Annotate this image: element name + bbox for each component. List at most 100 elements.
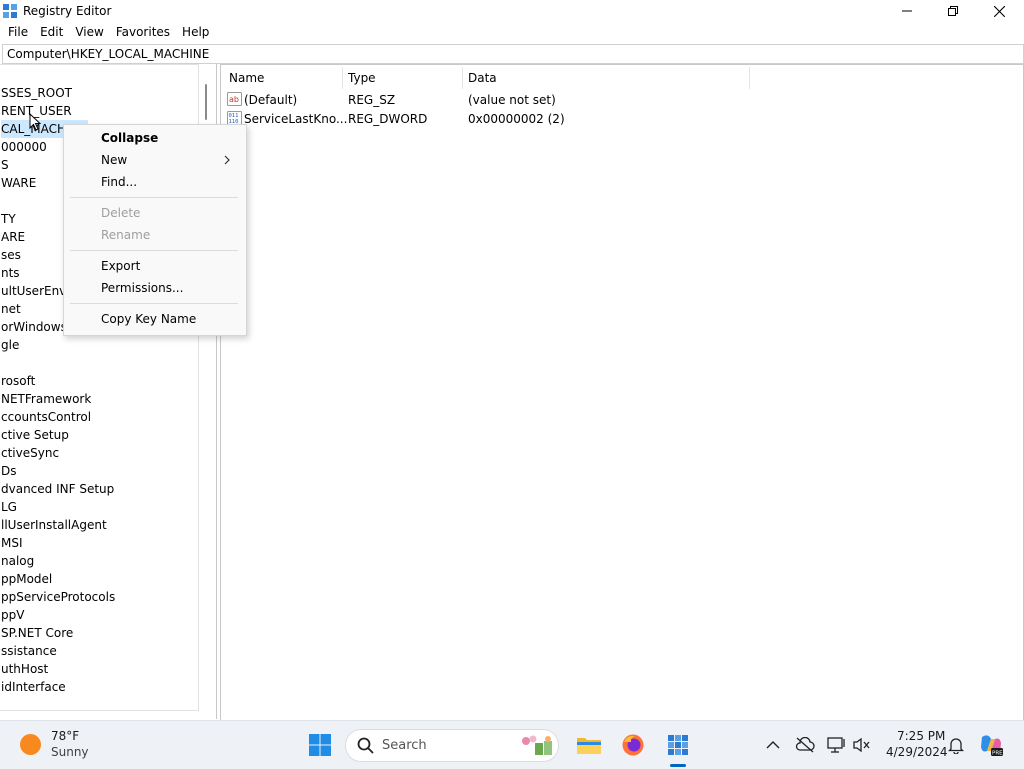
minimize-button[interactable] [884, 0, 930, 22]
menu-view[interactable]: View [69, 22, 109, 42]
menu-help[interactable]: Help [176, 22, 215, 42]
search-icon [357, 737, 374, 754]
menu-separator [70, 303, 238, 304]
tree-item[interactable]: SP.NET Core [1, 624, 73, 642]
chevron-up-icon [766, 741, 780, 749]
context-menu-export[interactable]: Export [101, 259, 140, 273]
menu-separator [70, 250, 238, 251]
tree-item[interactable]: rosoft [1, 372, 35, 390]
vertical-scrollbar-thumb[interactable] [205, 84, 207, 120]
taskbar-search-box[interactable]: Search [345, 729, 559, 762]
tree-item[interactable]: net [1, 300, 21, 318]
value-data: (value not set) [468, 93, 556, 107]
column-separator[interactable] [462, 67, 463, 89]
tree-item[interactable]: SSES_ROOT [1, 84, 72, 102]
tree-item[interactable]: LG [1, 498, 17, 516]
show-hidden-icons-button[interactable] [759, 731, 787, 759]
registry-editor-taskbar-button[interactable] [664, 731, 692, 759]
window-title: Registry Editor [23, 4, 112, 18]
tree-item[interactable]: idInterface [1, 678, 66, 696]
menu-file[interactable]: File [0, 22, 34, 42]
context-menu-collapse[interactable]: Collapse [101, 131, 158, 145]
speaker-muted-icon [853, 737, 870, 753]
copilot-button[interactable]: PRE [977, 731, 1005, 759]
column-header-data[interactable]: Data [468, 71, 497, 85]
address-path: Computer\HKEY_LOCAL_MACHINE [7, 47, 210, 61]
tree-item[interactable]: ultUserEnvi [1, 282, 70, 300]
tree-item[interactable]: ctiveSync [1, 444, 59, 462]
tree-item[interactable]: S [1, 156, 9, 174]
start-button[interactable] [306, 731, 334, 759]
display-button[interactable] [823, 731, 851, 759]
tree-item[interactable]: orWindows [1, 318, 67, 336]
tree-item[interactable]: Ds [1, 462, 17, 480]
context-menu-copy-key-name[interactable]: Copy Key Name [101, 312, 196, 326]
weather-sun-icon[interactable] [20, 734, 41, 755]
notifications-button[interactable] [942, 731, 970, 759]
value-row[interactable]: ab (Default) REG_SZ (value not set) [221, 91, 821, 110]
submenu-arrow-icon [224, 155, 230, 165]
tree-item[interactable]: 000000 [1, 138, 47, 156]
tree-item[interactable]: ssistance [1, 642, 57, 660]
address-bar[interactable]: Computer\HKEY_LOCAL_MACHINE [2, 44, 1024, 64]
restore-button[interactable] [930, 0, 976, 22]
tree-item[interactable]: dvanced INF Setup [1, 480, 114, 498]
tree-item[interactable]: TY [1, 210, 16, 228]
menu-separator [70, 197, 238, 198]
horizontal-scrollbar-thumb[interactable] [78, 710, 180, 711]
monitor-icon [827, 737, 845, 753]
weather-condition[interactable]: Sunny [51, 745, 89, 759]
registry-editor-app-icon [3, 4, 17, 18]
tree-item[interactable]: ses [1, 246, 21, 264]
restore-icon [948, 6, 958, 16]
tree-item[interactable]: ccountsControl [1, 408, 91, 426]
tree-item[interactable]: MSI [1, 534, 23, 552]
tree-item[interactable]: ppServiceProtocols [1, 588, 115, 606]
menu-edit[interactable]: Edit [34, 22, 69, 42]
tree-item[interactable]: nalog [1, 552, 34, 570]
registry-editor-icon [668, 735, 688, 755]
value-data: 0x00000002 (2) [468, 112, 565, 126]
firefox-button[interactable] [619, 731, 647, 759]
tree-item[interactable]: ppModel [1, 570, 52, 588]
active-app-indicator [670, 764, 686, 767]
value-name: ServiceLastKno... [244, 112, 348, 126]
menu-favorites[interactable]: Favorites [110, 22, 176, 42]
tree-item[interactable]: NETFramework [1, 390, 91, 408]
close-button[interactable] [976, 0, 1022, 22]
menu-bar: File Edit View Favorites Help [0, 22, 1024, 42]
context-menu-rename: Rename [101, 228, 151, 242]
copilot-icon: PRE [981, 735, 1003, 757]
close-icon [993, 5, 1005, 17]
column-header-name[interactable]: Name [229, 71, 264, 85]
clock-time[interactable]: 7:25 PM [897, 729, 945, 743]
context-menu-new[interactable]: New [101, 153, 127, 167]
title-bar: Registry Editor [0, 0, 1024, 22]
column-separator[interactable] [342, 67, 343, 89]
tree-item[interactable]: WARE [1, 174, 36, 192]
column-separator[interactable] [749, 67, 750, 89]
context-menu-delete: Delete [101, 206, 141, 220]
tree-item[interactable]: ppV [1, 606, 24, 624]
value-row[interactable]: 011 110 ServiceLastKno... REG_DWORD 0x00… [221, 110, 821, 129]
cloud-offline-icon [795, 737, 815, 753]
mouse-cursor-icon [29, 113, 41, 131]
tree-item[interactable]: uthHost [1, 660, 48, 678]
minimize-icon [902, 10, 912, 12]
tree-item[interactable]: gle [1, 336, 19, 354]
clock-date[interactable]: 4/29/2024 [886, 745, 948, 759]
context-menu-permissions[interactable]: Permissions... [101, 281, 183, 295]
context-menu: Collapse New Find... Delete Rename Expor… [63, 124, 247, 336]
value-type: REG_DWORD [348, 112, 428, 126]
context-menu-find[interactable]: Find... [101, 175, 137, 189]
tree-item[interactable]: ctive Setup [1, 426, 69, 444]
weather-temperature[interactable]: 78°F [51, 729, 79, 743]
tree-item[interactable]: llUserInstallAgent [1, 516, 107, 534]
file-explorer-button[interactable] [575, 731, 603, 759]
column-header-type[interactable]: Type [348, 71, 376, 85]
tree-item[interactable]: nts [1, 264, 20, 282]
tree-item[interactable]: ARE [1, 228, 25, 246]
svg-text:PRE: PRE [992, 751, 1003, 757]
network-status-button[interactable] [791, 731, 819, 759]
volume-button[interactable] [848, 731, 876, 759]
